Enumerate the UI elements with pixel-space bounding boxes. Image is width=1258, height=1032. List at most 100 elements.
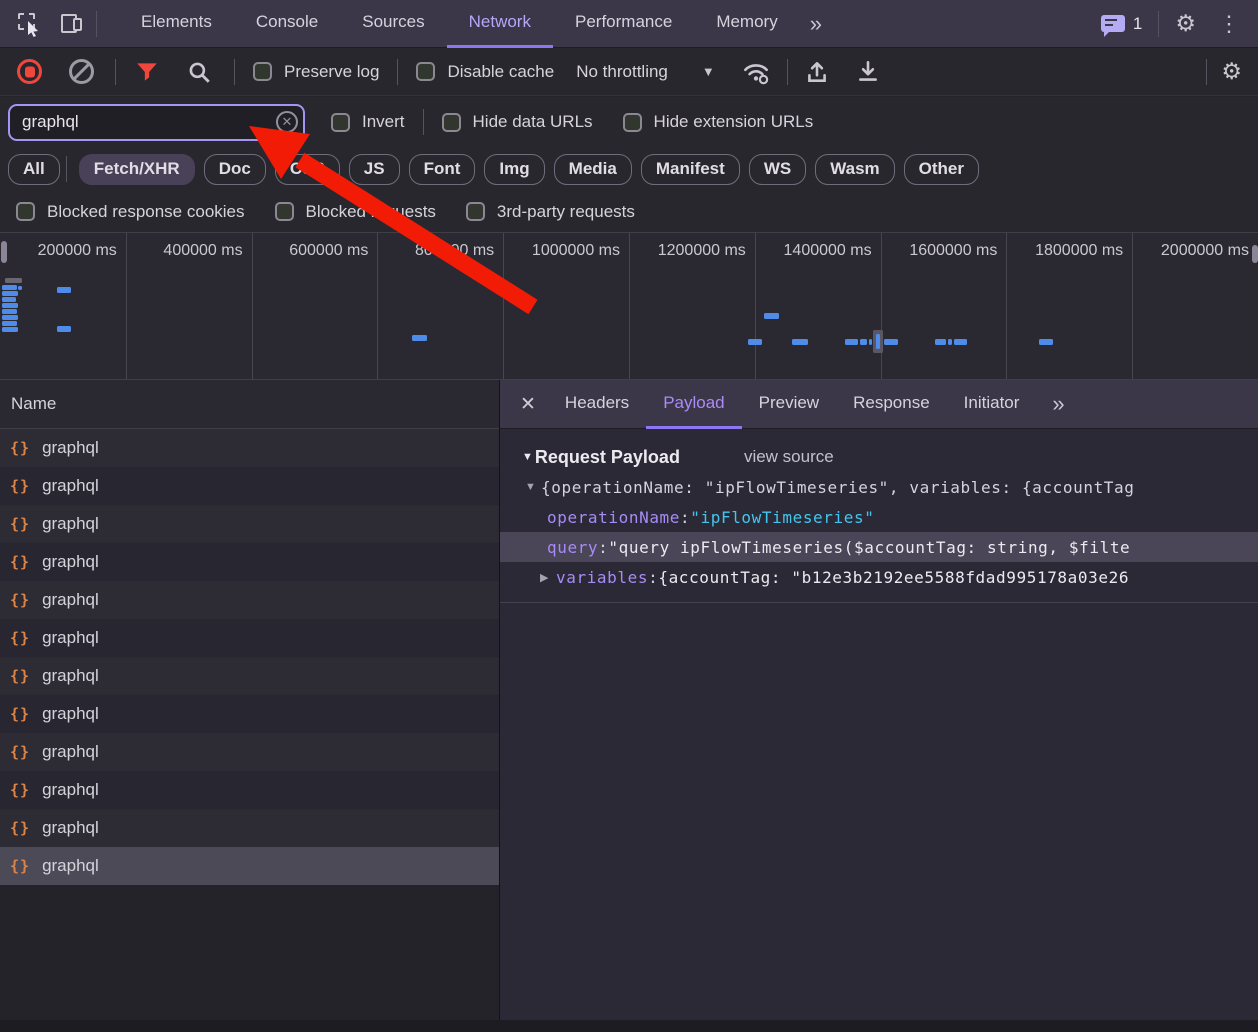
waterfall-bar [869, 339, 872, 345]
json-braces-icon: {} [10, 439, 30, 457]
blocked-requests-checkbox[interactable]: Blocked requests [275, 202, 436, 222]
view-source-link[interactable]: view source [744, 447, 834, 467]
overview-scroll-handle-left[interactable] [1, 241, 7, 263]
detail-tab-response[interactable]: Response [836, 380, 947, 429]
type-chip-css[interactable]: CSS [275, 154, 340, 185]
type-chip-media[interactable]: Media [554, 154, 632, 185]
request-rows: {}graphql{}graphql{}graphql{}graphql{}gr… [0, 429, 499, 1032]
main-tab-console[interactable]: Console [234, 0, 340, 48]
request-row[interactable]: {}graphql [0, 581, 499, 619]
disclosure-expanded-icon[interactable]: ▼ [525, 481, 541, 493]
type-chip-doc[interactable]: Doc [204, 154, 266, 185]
checkbox[interactable] [466, 202, 485, 221]
request-row[interactable]: {}graphql [0, 771, 499, 809]
main-tab-memory[interactable]: Memory [694, 0, 799, 48]
detail-tab-preview[interactable]: Preview [742, 380, 836, 429]
more-tabs-icon[interactable]: » [800, 11, 830, 37]
request-row[interactable]: {}graphql [0, 505, 499, 543]
name-column-header[interactable]: Name [11, 394, 56, 414]
overview-scroll-handle-right[interactable] [1252, 245, 1258, 263]
payload-text: operationName [547, 508, 680, 527]
clear-network-log-button[interactable] [69, 59, 94, 84]
request-row[interactable]: {}graphql [0, 847, 499, 885]
network-settings-gear-icon[interactable]: ⚙ [1221, 58, 1242, 85]
checkbox[interactable] [442, 113, 461, 132]
main-tab-network[interactable]: Network [447, 0, 553, 48]
network-conditions-icon[interactable] [741, 59, 771, 85]
payload-text: query [547, 538, 598, 557]
checkbox[interactable] [16, 202, 35, 221]
section-expanded-icon[interactable]: ▼ [522, 451, 533, 463]
close-detail-icon[interactable]: ✕ [520, 393, 536, 416]
request-row[interactable]: {}graphql [0, 619, 499, 657]
request-row[interactable]: {}graphql [0, 657, 499, 695]
device-toolbar-icon[interactable] [58, 11, 84, 37]
search-icon[interactable] [186, 59, 212, 85]
divider [115, 59, 116, 85]
request-table-header[interactable]: Name [0, 380, 499, 429]
waterfall-bar [860, 339, 867, 345]
timeline-tick-label: 1200000 ms [629, 233, 755, 379]
payload-line[interactable]: operationName: "ipFlowTimeseries" [500, 502, 1258, 532]
detail-more-tabs-icon[interactable]: » [1042, 391, 1072, 417]
clear-filter-icon[interactable]: ✕ [276, 111, 298, 133]
request-row[interactable]: {}graphql [0, 467, 499, 505]
record-network-log-button[interactable] [17, 59, 42, 84]
type-chip-ws[interactable]: WS [749, 154, 806, 185]
main-tab-sources[interactable]: Sources [340, 0, 446, 48]
network-overview-timeline[interactable]: 200000 ms400000 ms600000 ms800000 ms1000… [0, 232, 1258, 380]
request-row[interactable]: {}graphql [0, 733, 499, 771]
checkbox[interactable] [275, 202, 294, 221]
filter-funnel-icon[interactable] [134, 59, 160, 85]
import-har-icon[interactable] [804, 59, 830, 85]
payload-line[interactable]: ▶variables: {accountTag: "b12e3b2192ee55… [500, 562, 1258, 592]
json-braces-icon: {} [10, 667, 30, 685]
filter-input[interactable] [8, 104, 305, 141]
type-chip-js[interactable]: JS [349, 154, 400, 185]
request-row[interactable]: {}graphql [0, 429, 499, 467]
divider [96, 11, 97, 37]
preserve-log-checkbox[interactable]: Preserve log [253, 62, 379, 82]
type-chip-font[interactable]: Font [409, 154, 476, 185]
inspect-element-icon[interactable] [16, 11, 42, 37]
checkbox[interactable] [416, 62, 435, 81]
throttling-value: No throttling [576, 62, 668, 82]
kebab-menu-icon[interactable]: ⋮ [1218, 11, 1240, 37]
type-chip-other[interactable]: Other [904, 154, 979, 185]
request-name: graphql [42, 514, 99, 534]
throttling-select[interactable]: No throttling ▼ [576, 62, 715, 82]
export-har-icon[interactable] [855, 59, 881, 85]
main-tab-performance[interactable]: Performance [553, 0, 694, 48]
hide-data-urls-checkbox[interactable]: Hide data URLs [442, 112, 593, 132]
type-chip-wasm[interactable]: Wasm [815, 154, 894, 185]
blocked-response-cookies-checkbox[interactable]: Blocked response cookies [16, 202, 245, 222]
waterfall-bar [2, 291, 18, 296]
request-row[interactable]: {}graphql [0, 809, 499, 847]
main-tab-elements[interactable]: Elements [119, 0, 234, 48]
checkbox[interactable] [623, 113, 642, 132]
detail-tab-initiator[interactable]: Initiator [947, 380, 1037, 429]
disable-cache-checkbox[interactable]: Disable cache [416, 62, 554, 82]
disclosure-collapsed-icon[interactable]: ▶ [540, 571, 556, 584]
json-braces-icon: {} [10, 629, 30, 647]
waterfall-bar [412, 335, 427, 341]
type-chip-all[interactable]: All [8, 154, 60, 185]
issues-button[interactable]: 1 [1101, 14, 1142, 34]
payload-panel: ▼ Request Payload view source ▼{operatio… [500, 429, 1258, 1032]
detail-tab-headers[interactable]: Headers [548, 380, 646, 429]
payload-line[interactable]: query: "query ipFlowTimeseries($accountT… [500, 532, 1258, 562]
3rd-party-requests-checkbox[interactable]: 3rd-party requests [466, 202, 635, 222]
type-chip-fetch-xhr[interactable]: Fetch/XHR [79, 154, 195, 185]
invert-checkbox[interactable]: Invert [331, 112, 405, 132]
checkbox[interactable] [253, 62, 272, 81]
detail-tab-payload[interactable]: Payload [646, 380, 741, 429]
payload-line[interactable]: ▼{operationName: "ipFlowTimeseries", var… [500, 472, 1258, 502]
type-chip-img[interactable]: Img [484, 154, 544, 185]
request-row[interactable]: {}graphql [0, 543, 499, 581]
hide-extension-urls-checkbox[interactable]: Hide extension URLs [623, 112, 814, 132]
settings-gear-icon[interactable]: ⚙ [1175, 10, 1196, 37]
type-chip-manifest[interactable]: Manifest [641, 154, 740, 185]
checkbox[interactable] [331, 113, 350, 132]
request-row[interactable]: {}graphql [0, 695, 499, 733]
waterfall-bar [792, 339, 808, 345]
